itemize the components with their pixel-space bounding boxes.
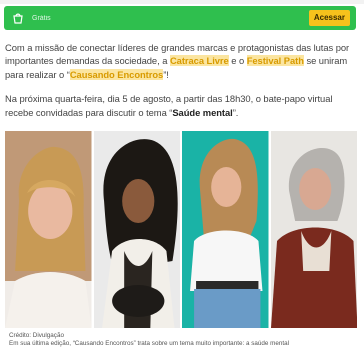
event-text-1: Na próxima quarta-feira, dia 5 de agosto… [5,93,333,118]
caption-text: Em sua última edição, “Causando Encontro… [9,340,289,347]
panelist-2-photo [93,131,180,328]
shopping-bag-icon [10,10,26,26]
event-paragraph: Na próxima quarta-feira, dia 5 de agosto… [5,92,357,119]
promo-label: Grátis [32,14,51,22]
article-body: Com a missão de conectar líderes de gran… [5,41,357,119]
photo-credit: Crédito: Divulgação [9,332,64,339]
event-text-2: ”. [232,106,239,118]
intro-paragraph: Com a missão de conectar líderes de gran… [5,41,357,81]
previous-content-fragment [0,0,364,4]
image-caption: Crédito: Divulgação Em sua última edição… [9,332,355,348]
panelists-photo [5,131,357,328]
topic-emphasis: Saúde mental [172,106,233,118]
causando-encontros-link[interactable]: Causando Encontros [69,68,163,80]
panelist-1-photo [5,131,92,328]
promo-banner[interactable]: Grátis Acessar [4,6,356,30]
intro-text-2: e o [228,55,247,67]
access-button[interactable]: Acessar [308,10,350,26]
panelist-3-photo [182,131,269,328]
intro-text-4: ”! [163,68,169,80]
festival-path-link[interactable]: Festival Path [246,55,304,67]
panelist-4-photo [270,131,357,328]
catraca-livre-link[interactable]: Catraca Livre [169,55,229,67]
